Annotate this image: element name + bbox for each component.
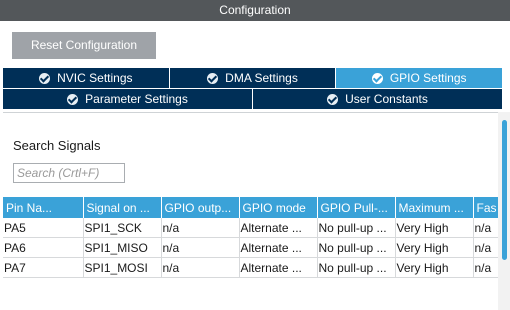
check-circle-icon [67,93,79,105]
cell-gpio-output: n/a [161,257,240,278]
column-header-maximum-speed[interactable]: Maximum ... [395,197,474,218]
column-header-signal[interactable]: Signal on ... [83,197,162,218]
cell-maximum-speed: Very High [395,218,474,238]
tab-label: Parameter Settings [85,92,188,106]
cell-gpio-mode: Alternate ... [239,257,318,278]
cell-signal: SPI1_SCK [83,218,162,238]
cell-signal: SPI1_MISO [83,237,162,258]
tab-label: NVIC Settings [57,71,133,85]
cell-pin-name: PA5 [3,218,84,238]
search-signals-input[interactable] [13,163,125,183]
column-header-pin-name[interactable]: Pin Na... [3,197,84,218]
check-circle-icon [371,72,383,84]
cell-gpio-output: n/a [161,218,240,238]
table-header-row: Pin Na... Signal on ... GPIO outp... GPI… [3,197,498,218]
cell-gpio-pull: No pull-up ... [317,218,396,238]
gpio-signals-table: Pin Na... Signal on ... GPIO outp... GPI… [3,197,498,278]
gpio-settings-panel: Search Signals Pin Na... Signal on ... G… [3,112,498,310]
tab-label: DMA Settings [225,71,298,85]
cell-fast-mode: n/a [473,237,498,258]
cell-gpio-mode: Alternate ... [239,218,318,238]
column-header-gpio-output[interactable]: GPIO outp... [161,197,240,218]
tab-dma-settings[interactable]: DMA Settings [169,68,337,89]
tab-label: User Constants [345,92,428,106]
search-signals-label: Search Signals [13,138,101,153]
table-row[interactable]: PA5 SPI1_SCK n/a Alternate ... No pull-u… [3,218,498,238]
cell-gpio-pull: No pull-up ... [317,237,396,258]
tab-nvic-settings[interactable]: NVIC Settings [3,68,170,89]
tab-bar-bottom: Parameter Settings User Constants [3,89,502,110]
tab-parameter-settings[interactable]: Parameter Settings [3,89,253,110]
cell-maximum-speed: Very High [395,257,474,278]
check-circle-icon [207,72,219,84]
check-circle-icon [39,72,51,84]
column-header-gpio-mode[interactable]: GPIO mode [239,197,318,218]
cell-fast-mode: n/a [473,218,498,238]
cell-maximum-speed: Very High [395,237,474,258]
cell-gpio-pull: No pull-up ... [317,257,396,278]
vertical-scrollbar-thumb[interactable] [502,120,507,260]
window-title: Configuration [0,0,510,21]
column-header-fast-mode[interactable]: Fas [473,197,498,218]
cell-pin-name: PA6 [3,237,84,258]
cell-gpio-output: n/a [161,237,240,258]
column-header-gpio-pull[interactable]: GPIO Pull-... [317,197,396,218]
table-row[interactable]: PA7 SPI1_MOSI n/a Alternate ... No pull-… [3,257,498,278]
cell-signal: SPI1_MOSI [83,257,162,278]
table-row[interactable]: PA6 SPI1_MISO n/a Alternate ... No pull-… [3,237,498,258]
tab-user-constants[interactable]: User Constants [253,89,502,110]
tab-label: GPIO Settings [389,71,467,85]
cell-fast-mode: n/a [473,257,498,278]
cell-pin-name: PA7 [3,257,84,278]
check-circle-icon [327,93,339,105]
cell-gpio-mode: Alternate ... [239,237,318,258]
tab-bar-top: NVIC Settings DMA Settings GPIO Settings [3,68,503,89]
tab-gpio-settings[interactable]: GPIO Settings [336,68,503,89]
reset-configuration-button[interactable]: Reset Configuration [12,32,156,59]
